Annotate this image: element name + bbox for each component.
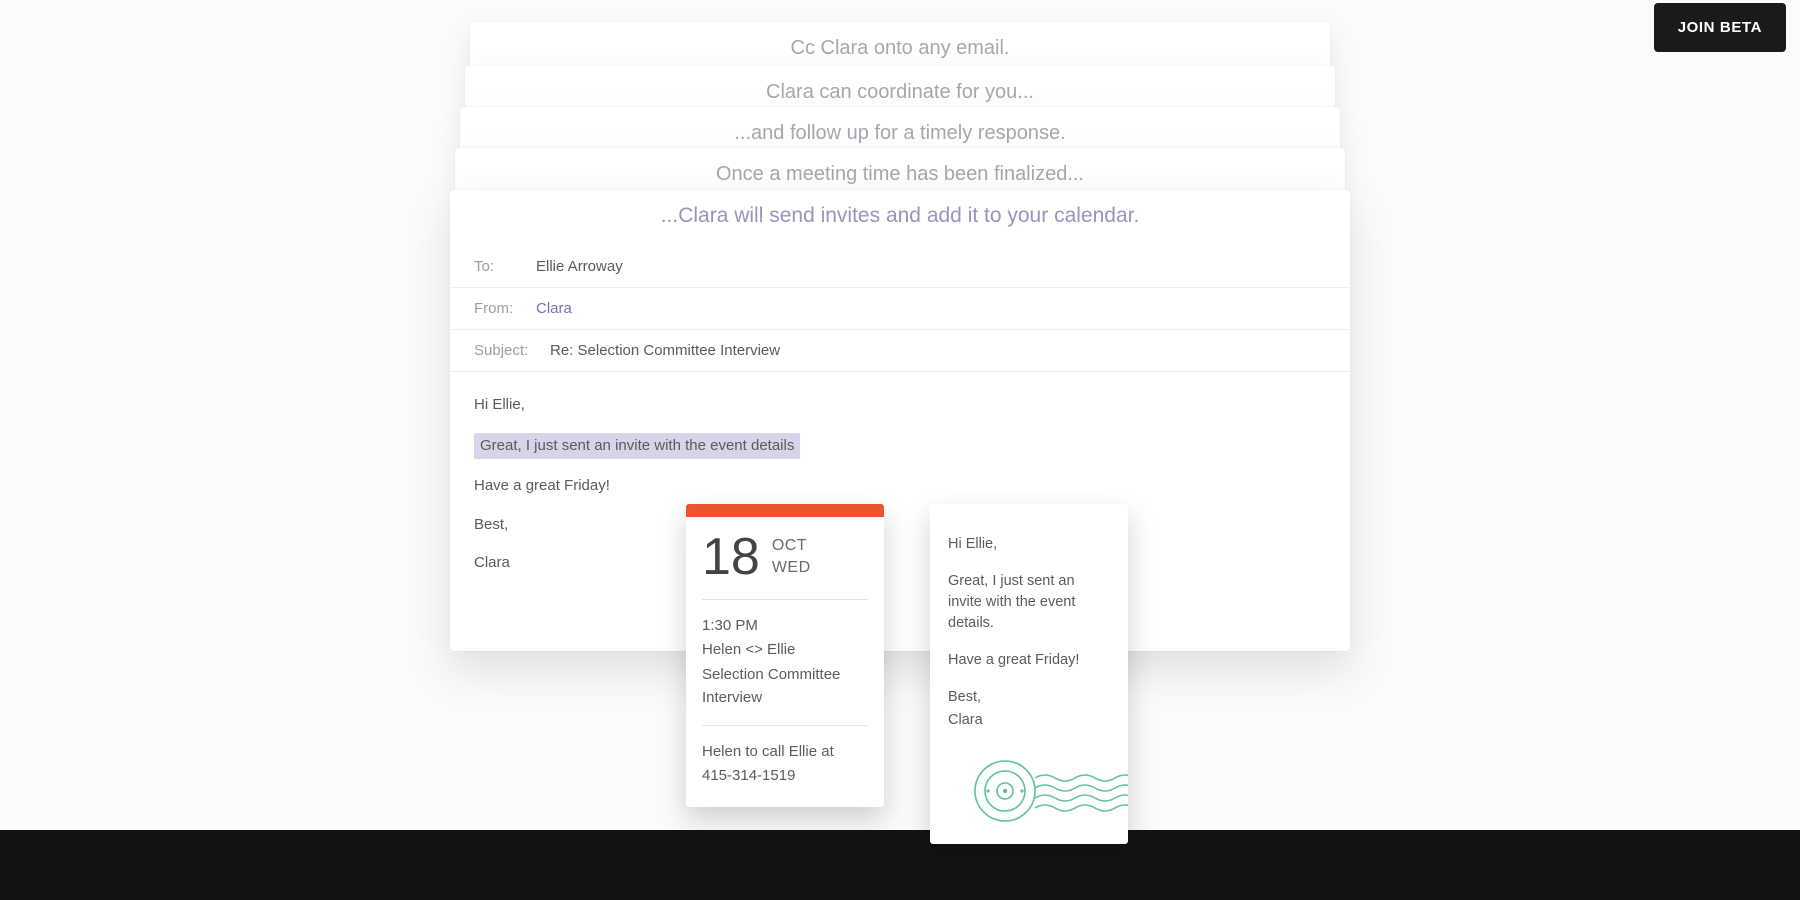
email-body: Hi Ellie, Great, I just sent an invite w… <box>450 372 1350 575</box>
calendar-month: OCT <box>772 535 811 557</box>
calendar-instruction2: 415-314-1519 <box>702 764 868 787</box>
email-greeting: Hi Ellie, <box>474 394 1326 417</box>
email-from-row: From: Clara <box>450 288 1350 330</box>
email-card: ...Clara will send invites and add it to… <box>450 190 1350 651</box>
email-subject-row: Subject: Re: Selection Committee Intervi… <box>450 330 1350 372</box>
calendar-stripe <box>686 504 884 517</box>
calendar-participants: Helen <> Ellie <box>702 638 868 661</box>
email-from-value: Clara <box>536 300 572 317</box>
note-signoff1: Best, <box>948 687 1110 708</box>
footer-bar <box>0 830 1800 900</box>
note-line2: Have a great Friday! <box>948 650 1110 671</box>
email-to-label: To: <box>474 258 518 275</box>
email-from-label: From: <box>474 300 518 317</box>
note-card: Hi Ellie, Great, I just sent an invite w… <box>930 504 1128 844</box>
email-subject-value: Re: Selection Committee Interview <box>550 342 780 359</box>
stamp-icon <box>970 756 1128 826</box>
email-signoff2: Clara <box>474 552 1326 575</box>
calendar-date-row: 18 OCT WED <box>702 531 868 583</box>
calendar-card: 18 OCT WED 1:30 PM Helen <> Ellie Select… <box>686 504 884 807</box>
calendar-title: Selection Committee Interview <box>702 663 868 710</box>
calendar-divider-1 <box>702 599 868 600</box>
email-to-value: Ellie Arroway <box>536 258 623 275</box>
join-beta-button[interactable]: JOIN BETA <box>1654 3 1786 52</box>
calendar-weekday: WED <box>772 557 811 579</box>
email-highlight: Great, I just sent an invite with the ev… <box>474 433 800 460</box>
calendar-day: 18 <box>702 531 760 583</box>
stack-card-2: ...and follow up for a timely response. <box>460 107 1340 153</box>
stack-card-3: Once a meeting time has been finalized..… <box>455 148 1345 194</box>
stack-card-1: Clara can coordinate for you... <box>465 66 1335 112</box>
calendar-instruction-block: Helen to call Ellie at 415-314-1519 <box>702 740 868 788</box>
email-subject-label: Subject: <box>474 342 532 359</box>
note-signoff2: Clara <box>948 710 1110 731</box>
note-line1: Great, I just sent an invite with the ev… <box>948 571 1110 634</box>
email-line2: Have a great Friday! <box>474 475 1326 498</box>
calendar-event-block: 1:30 PM Helen <> Ellie Selection Committ… <box>702 614 868 709</box>
calendar-divider-2 <box>702 725 868 726</box>
calendar-time: 1:30 PM <box>702 614 868 637</box>
note-greeting: Hi Ellie, <box>948 534 1110 555</box>
email-to-row: To: Ellie Arroway <box>450 246 1350 288</box>
stack-card-0: Cc Clara onto any email. <box>470 22 1330 72</box>
email-headline: ...Clara will send invites and add it to… <box>450 190 1350 246</box>
calendar-instruction1: Helen to call Ellie at <box>702 740 868 763</box>
email-signoff1: Best, <box>474 514 1326 537</box>
